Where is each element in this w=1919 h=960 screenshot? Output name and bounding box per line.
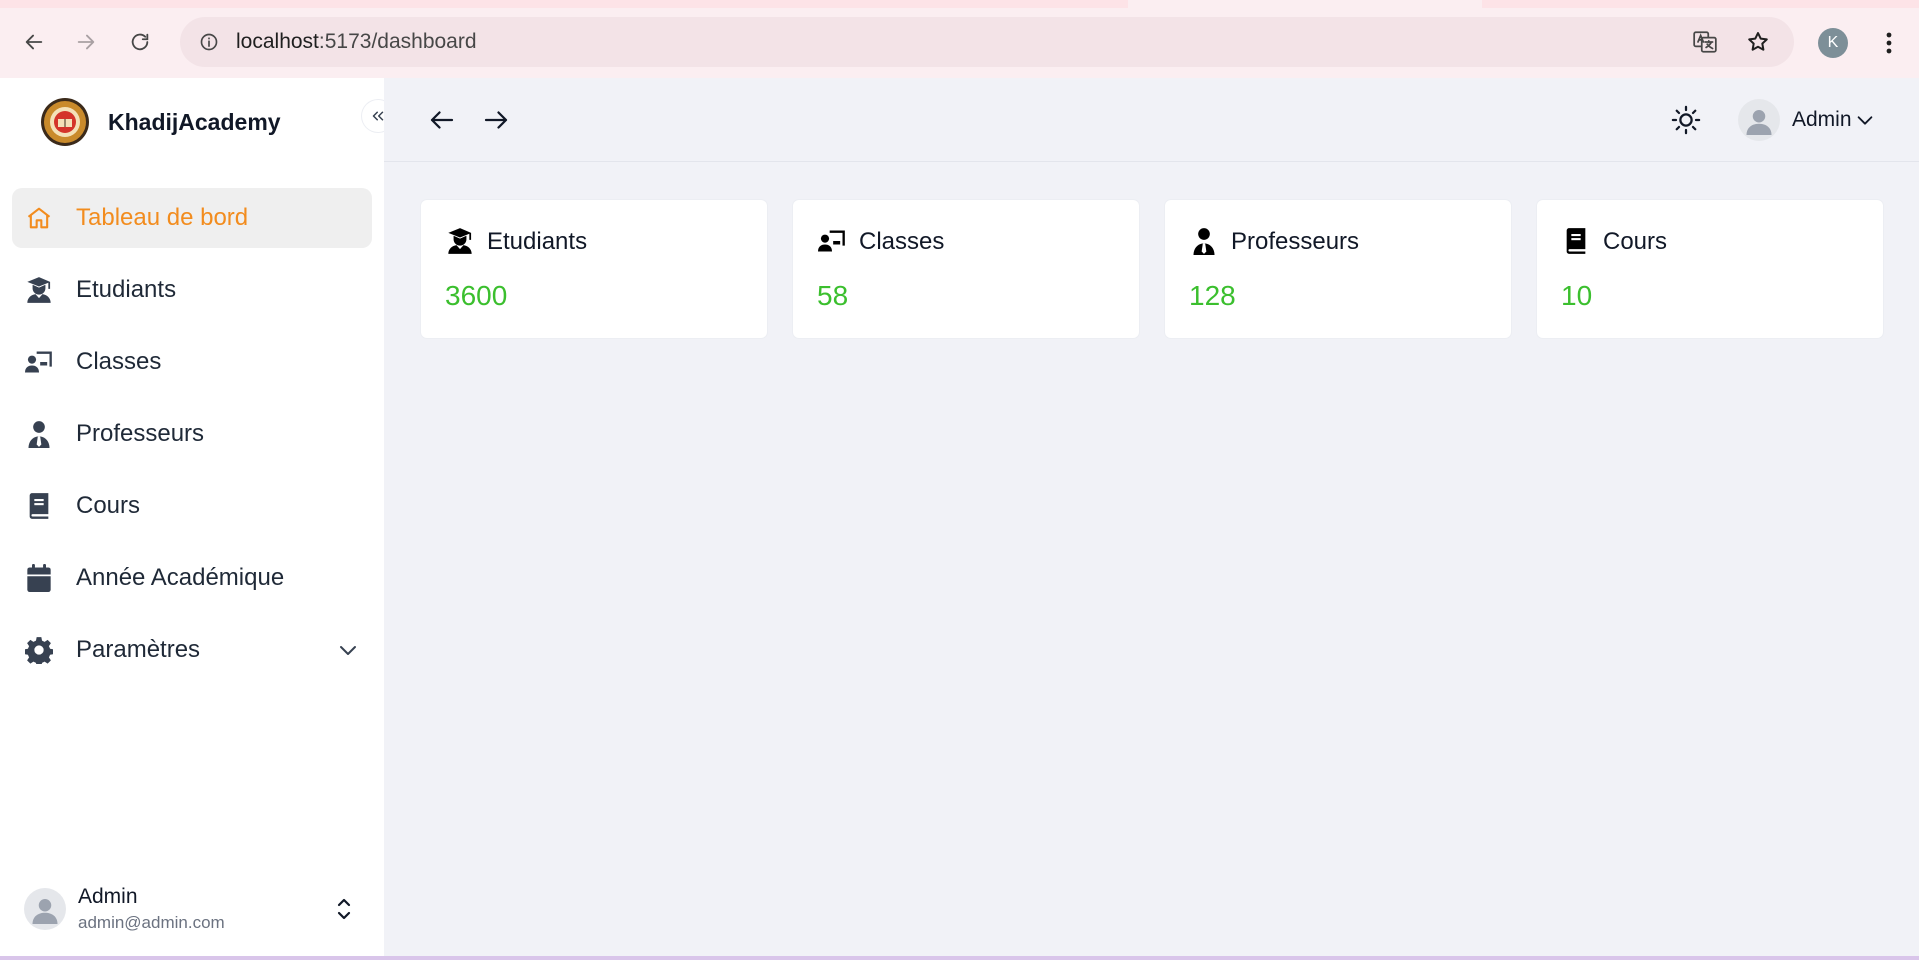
sidebar-nav: Tableau de bord Etudiants Classes Profes… (12, 188, 372, 692)
sidebar-item-label: Tableau de bord (76, 204, 249, 231)
address-bar[interactable]: localhost:5173/dashboard (180, 17, 1794, 67)
stat-card-title: Professeurs (1231, 228, 1360, 255)
stats-cards: Etudiants 3600 Classes 58 Professeurs 12… (421, 200, 1891, 338)
sidebar-item-etudiants[interactable]: Etudiants (12, 260, 372, 320)
brand[interactable]: KhadijAcademy (40, 97, 281, 147)
chevron-up-down-icon (337, 898, 351, 920)
browser-back-button[interactable] (16, 24, 52, 60)
stat-card-value: 3600 (445, 280, 508, 311)
avatar (1738, 99, 1780, 141)
bookmark-star-icon[interactable] (1741, 25, 1775, 59)
sidebar: KhadijAcademy Tableau de bord Etudiants (0, 78, 394, 956)
arrow-right-icon (484, 111, 508, 129)
teacher-icon (24, 419, 54, 449)
url-text: localhost:5173/dashboard (236, 30, 477, 54)
sidebar-item-label: Cours (76, 492, 141, 519)
calendar-icon (24, 563, 54, 593)
reload-icon (131, 33, 149, 51)
browser-reload-button[interactable] (122, 24, 158, 60)
history-forward-button[interactable] (478, 102, 514, 138)
sun-icon (1671, 105, 1701, 135)
browser-chrome: localhost:5173/dashboard K (0, 0, 1919, 78)
site-info-icon[interactable] (192, 25, 226, 59)
academy-seal-logo (41, 98, 89, 146)
sidebar-item-professeurs[interactable]: Professeurs (12, 404, 372, 464)
book-icon (1561, 226, 1591, 256)
graduate-icon (445, 226, 475, 256)
user-icon (1746, 110, 1772, 135)
url-host: localhost (236, 30, 319, 53)
translate-icon[interactable] (1688, 25, 1722, 59)
sidebar-item-tableau-de-bord[interactable]: Tableau de bord (12, 188, 372, 248)
sidebar-item-label: Professeurs (76, 420, 205, 447)
user-dropdown[interactable]: Admin (1738, 99, 1876, 141)
theme-toggle-button[interactable] (1668, 102, 1704, 138)
main-content: Admin Etudiants 3600 Classes 58 Professe… (384, 78, 1919, 956)
stat-card-professeurs[interactable]: Professeurs 128 (1165, 200, 1511, 338)
chevron-down-icon (340, 646, 356, 655)
sidebar-item-label: Etudiants (76, 276, 177, 303)
stat-card-title: Etudiants (487, 228, 588, 255)
browser-forward-button[interactable] (68, 24, 104, 60)
stat-card-value: 58 (817, 280, 849, 311)
app-root: KhadijAcademy Tableau de bord Etudiants (0, 78, 1919, 956)
stat-card-title: Cours (1603, 228, 1668, 255)
stat-card-cours[interactable]: Cours 10 (1537, 200, 1883, 338)
sidebar-item-cours[interactable]: Cours (12, 476, 372, 536)
teacher-icon (1189, 226, 1219, 256)
sidebar-user-menu[interactable]: Admin admin@admin.com (24, 883, 364, 933)
arrow-left-icon (25, 34, 43, 50)
stat-card-value: 128 (1189, 280, 1236, 311)
topbar: Admin (384, 78, 1919, 162)
sidebar-item-label: Année Académique (76, 564, 285, 591)
sidebar-item-label: Paramètres (76, 636, 201, 663)
browser-profile-avatar[interactable]: K (1818, 28, 1848, 58)
sidebar-item-classes[interactable]: Classes (12, 332, 372, 392)
arrow-right-icon (77, 34, 95, 50)
avatar (24, 888, 66, 930)
home-icon (24, 203, 54, 233)
sidebar-item-annee-academique[interactable]: Année Académique (12, 548, 372, 608)
user-dropdown-label: Admin (1792, 108, 1852, 131)
window-bottom-border (0, 956, 1919, 960)
stat-card-classes[interactable]: Classes 58 (793, 200, 1139, 338)
arrow-left-icon (430, 111, 454, 129)
active-tab-edge[interactable] (1128, 0, 1482, 8)
classroom-icon (817, 226, 847, 256)
sidebar-item-label: Classes (76, 348, 162, 375)
classroom-icon (24, 347, 54, 377)
graduate-icon (24, 275, 54, 305)
gear-icon (24, 635, 54, 665)
sidebar-user-email: admin@admin.com (78, 913, 225, 932)
sidebar-user-name: Admin (78, 885, 138, 908)
history-back-button[interactable] (424, 102, 460, 138)
book-icon (24, 491, 54, 521)
browser-menu-icon[interactable] (1874, 26, 1904, 60)
stat-card-value: 10 (1561, 280, 1593, 311)
chevron-down-icon (1857, 116, 1872, 125)
user-icon (32, 899, 58, 924)
url-path: :5173/dashboard (318, 30, 477, 53)
brand-name: KhadijAcademy (108, 108, 281, 135)
stat-card-title: Classes (859, 228, 945, 255)
sidebar-item-parametres[interactable]: Paramètres (12, 620, 372, 680)
tab-strip (0, 0, 1919, 8)
stat-card-etudiants[interactable]: Etudiants 3600 (421, 200, 767, 338)
